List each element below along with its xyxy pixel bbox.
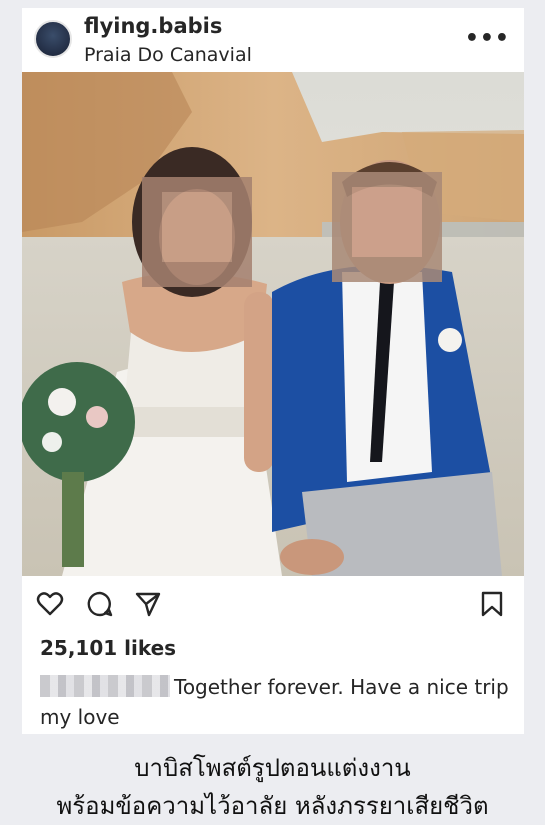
more-options-button[interactable]: ••• (465, 26, 510, 51)
post-header: flying.babis Praia Do Canavial ••• (22, 8, 524, 72)
likes-count[interactable]: 25,101 likes (40, 636, 176, 660)
headline-line-2: พร้อมข้อความไว้อาลัย หลังภรรยาเสียชีวิต (56, 792, 489, 820)
post-actions (22, 576, 524, 632)
heart-icon[interactable] (36, 590, 64, 618)
avatar[interactable] (34, 20, 72, 58)
wedding-photo (22, 72, 524, 576)
blurred-username (40, 675, 170, 697)
bookmark-icon[interactable] (478, 590, 506, 618)
location[interactable]: Praia Do Canavial (84, 44, 252, 66)
post-photo[interactable] (22, 72, 524, 576)
instagram-post-card: flying.babis Praia Do Canavial ••• 25,10… (22, 8, 524, 734)
post-caption: Together forever. Have a nice trip my lo… (40, 672, 510, 732)
username[interactable]: flying.babis (84, 14, 222, 38)
comment-icon[interactable] (86, 590, 114, 618)
headline-line-1: บาบิสโพสต์รูปตอนแต่งงาน (134, 754, 411, 782)
share-icon[interactable] (134, 590, 162, 618)
